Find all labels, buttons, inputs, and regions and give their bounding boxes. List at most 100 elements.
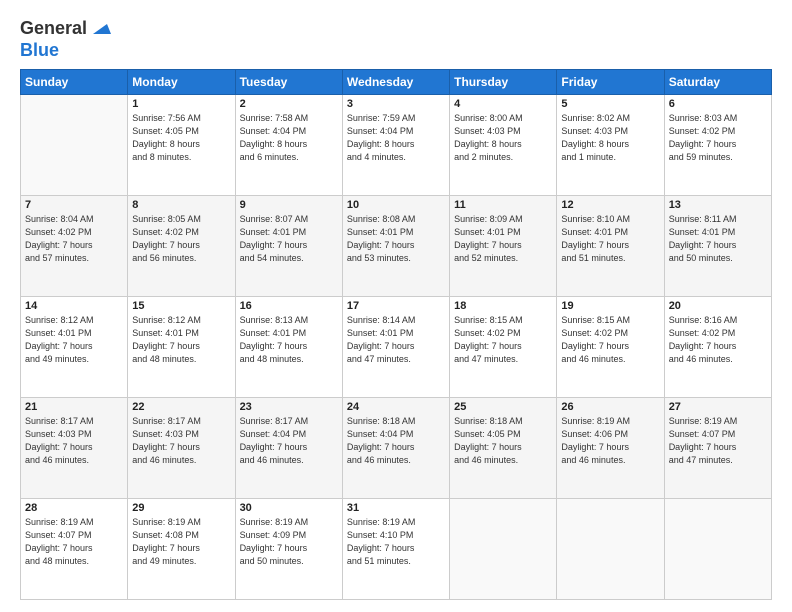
day-info: Sunrise: 8:09 AM Sunset: 4:01 PM Dayligh… bbox=[454, 213, 552, 265]
calendar-week-row: 21 Sunrise: 8:17 AM Sunset: 4:03 PM Dayli… bbox=[21, 398, 772, 499]
calendar-cell: 13 Sunrise: 8:11 AM Sunset: 4:01 PM Dayli… bbox=[664, 196, 771, 297]
calendar-cell: 4 Sunrise: 8:00 AM Sunset: 4:03 PM Daylig… bbox=[450, 95, 557, 196]
calendar-cell: 17 Sunrise: 8:14 AM Sunset: 4:01 PM Dayli… bbox=[342, 297, 449, 398]
day-info: Sunrise: 7:58 AM Sunset: 4:04 PM Dayligh… bbox=[240, 112, 338, 164]
day-number: 26 bbox=[561, 401, 659, 413]
logo-blue: Blue bbox=[20, 40, 59, 60]
calendar-cell: 1 Sunrise: 7:56 AM Sunset: 4:05 PM Daylig… bbox=[128, 95, 235, 196]
day-info: Sunrise: 8:19 AM Sunset: 4:07 PM Dayligh… bbox=[25, 516, 123, 568]
day-info: Sunrise: 8:14 AM Sunset: 4:01 PM Dayligh… bbox=[347, 314, 445, 366]
day-info: Sunrise: 7:59 AM Sunset: 4:04 PM Dayligh… bbox=[347, 112, 445, 164]
day-number: 30 bbox=[240, 502, 338, 514]
day-number: 18 bbox=[454, 300, 552, 312]
day-info: Sunrise: 8:00 AM Sunset: 4:03 PM Dayligh… bbox=[454, 112, 552, 164]
day-number: 1 bbox=[132, 98, 230, 110]
calendar-cell: 10 Sunrise: 8:08 AM Sunset: 4:01 PM Dayli… bbox=[342, 196, 449, 297]
calendar-cell: 21 Sunrise: 8:17 AM Sunset: 4:03 PM Dayli… bbox=[21, 398, 128, 499]
day-info: Sunrise: 8:17 AM Sunset: 4:03 PM Dayligh… bbox=[132, 415, 230, 467]
calendar-header-monday: Monday bbox=[128, 70, 235, 95]
day-number: 17 bbox=[347, 300, 445, 312]
day-number: 15 bbox=[132, 300, 230, 312]
calendar-cell: 25 Sunrise: 8:18 AM Sunset: 4:05 PM Dayli… bbox=[450, 398, 557, 499]
calendar-cell: 16Sunrise: 8:13 AM Sunset: 4:01 PM Dayli… bbox=[235, 297, 342, 398]
day-info: Sunrise: 8:11 AM Sunset: 4:01 PM Dayligh… bbox=[669, 213, 767, 265]
calendar-cell: 3 Sunrise: 7:59 AM Sunset: 4:04 PM Daylig… bbox=[342, 95, 449, 196]
calendar-cell: 31Sunrise: 8:19 AM Sunset: 4:10 PM Dayli… bbox=[342, 499, 449, 600]
calendar-cell: 6 Sunrise: 8:03 AM Sunset: 4:02 PM Daylig… bbox=[664, 95, 771, 196]
day-number: 24 bbox=[347, 401, 445, 413]
calendar-cell bbox=[664, 499, 771, 600]
calendar-cell bbox=[450, 499, 557, 600]
day-info: Sunrise: 8:10 AM Sunset: 4:01 PM Dayligh… bbox=[561, 213, 659, 265]
day-number: 11 bbox=[454, 199, 552, 211]
calendar-week-row: 28 Sunrise: 8:19 AM Sunset: 4:07 PM Dayli… bbox=[21, 499, 772, 600]
calendar-header-tuesday: Tuesday bbox=[235, 70, 342, 95]
day-number: 6 bbox=[669, 98, 767, 110]
calendar-cell: 26 Sunrise: 8:19 AM Sunset: 4:06 PM Dayli… bbox=[557, 398, 664, 499]
calendar-cell: 5 Sunrise: 8:02 AM Sunset: 4:03 PM Daylig… bbox=[557, 95, 664, 196]
day-number: 19 bbox=[561, 300, 659, 312]
day-info: Sunrise: 8:17 AM Sunset: 4:03 PM Dayligh… bbox=[25, 415, 123, 467]
page: General Blue SundayMondayTuesdayWednesda… bbox=[0, 0, 792, 612]
day-number: 10 bbox=[347, 199, 445, 211]
calendar-cell: 2 Sunrise: 7:58 AM Sunset: 4:04 PM Daylig… bbox=[235, 95, 342, 196]
day-number: 29 bbox=[132, 502, 230, 514]
calendar-cell bbox=[557, 499, 664, 600]
day-info: Sunrise: 8:05 AM Sunset: 4:02 PM Dayligh… bbox=[132, 213, 230, 265]
calendar-week-row: 7 Sunrise: 8:04 AM Sunset: 4:02 PM Daylig… bbox=[21, 196, 772, 297]
logo: General Blue bbox=[20, 16, 111, 61]
day-info: Sunrise: 8:17 AM Sunset: 4:04 PM Dayligh… bbox=[240, 415, 338, 467]
day-info: Sunrise: 8:16 AM Sunset: 4:02 PM Dayligh… bbox=[669, 314, 767, 366]
day-info: Sunrise: 8:19 AM Sunset: 4:08 PM Dayligh… bbox=[132, 516, 230, 568]
day-info: Sunrise: 7:56 AM Sunset: 4:05 PM Dayligh… bbox=[132, 112, 230, 164]
header: General Blue bbox=[20, 16, 772, 61]
calendar-cell: 23 Sunrise: 8:17 AM Sunset: 4:04 PM Dayli… bbox=[235, 398, 342, 499]
calendar-cell: 7 Sunrise: 8:04 AM Sunset: 4:02 PM Daylig… bbox=[21, 196, 128, 297]
day-number: 27 bbox=[669, 401, 767, 413]
day-number: 4 bbox=[454, 98, 552, 110]
day-number: 3 bbox=[347, 98, 445, 110]
day-info: Sunrise: 8:15 AM Sunset: 4:02 PM Dayligh… bbox=[454, 314, 552, 366]
calendar-week-row: 1 Sunrise: 7:56 AM Sunset: 4:05 PM Daylig… bbox=[21, 95, 772, 196]
calendar-header-friday: Friday bbox=[557, 70, 664, 95]
day-number: 5 bbox=[561, 98, 659, 110]
calendar-cell: 9 Sunrise: 8:07 AM Sunset: 4:01 PM Daylig… bbox=[235, 196, 342, 297]
day-info: Sunrise: 8:12 AM Sunset: 4:01 PM Dayligh… bbox=[132, 314, 230, 366]
calendar-header-wednesday: Wednesday bbox=[342, 70, 449, 95]
calendar-cell: 28 Sunrise: 8:19 AM Sunset: 4:07 PM Dayli… bbox=[21, 499, 128, 600]
day-info: Sunrise: 8:13 AM Sunset: 4:01 PM Dayligh… bbox=[240, 314, 338, 366]
calendar-cell: 18 Sunrise: 8:15 AM Sunset: 4:02 PM Dayli… bbox=[450, 297, 557, 398]
day-number: 25 bbox=[454, 401, 552, 413]
logo-icon bbox=[89, 16, 111, 38]
day-number: 23 bbox=[240, 401, 338, 413]
logo-general: General bbox=[20, 18, 87, 39]
calendar-cell: 27 Sunrise: 8:19 AM Sunset: 4:07 PM Dayli… bbox=[664, 398, 771, 499]
calendar-cell: 30Sunrise: 8:19 AM Sunset: 4:09 PM Dayli… bbox=[235, 499, 342, 600]
calendar-header-thursday: Thursday bbox=[450, 70, 557, 95]
calendar-table: SundayMondayTuesdayWednesdayThursdayFrid… bbox=[20, 69, 772, 600]
calendar-cell: 12Sunrise: 8:10 AM Sunset: 4:01 PM Dayli… bbox=[557, 196, 664, 297]
day-number: 9 bbox=[240, 199, 338, 211]
day-number: 20 bbox=[669, 300, 767, 312]
day-info: Sunrise: 8:19 AM Sunset: 4:07 PM Dayligh… bbox=[669, 415, 767, 467]
calendar-header-saturday: Saturday bbox=[664, 70, 771, 95]
day-info: Sunrise: 8:19 AM Sunset: 4:06 PM Dayligh… bbox=[561, 415, 659, 467]
calendar-header-sunday: Sunday bbox=[21, 70, 128, 95]
calendar-cell bbox=[21, 95, 128, 196]
day-info: Sunrise: 8:18 AM Sunset: 4:05 PM Dayligh… bbox=[454, 415, 552, 467]
calendar-cell: 22 Sunrise: 8:17 AM Sunset: 4:03 PM Dayli… bbox=[128, 398, 235, 499]
calendar-cell: 8Sunrise: 8:05 AM Sunset: 4:02 PM Daylig… bbox=[128, 196, 235, 297]
day-info: Sunrise: 8:03 AM Sunset: 4:02 PM Dayligh… bbox=[669, 112, 767, 164]
day-number: 21 bbox=[25, 401, 123, 413]
day-info: Sunrise: 8:07 AM Sunset: 4:01 PM Dayligh… bbox=[240, 213, 338, 265]
day-number: 7 bbox=[25, 199, 123, 211]
day-info: Sunrise: 8:02 AM Sunset: 4:03 PM Dayligh… bbox=[561, 112, 659, 164]
calendar-cell: 24Sunrise: 8:18 AM Sunset: 4:04 PM Dayli… bbox=[342, 398, 449, 499]
day-number: 13 bbox=[669, 199, 767, 211]
day-info: Sunrise: 8:08 AM Sunset: 4:01 PM Dayligh… bbox=[347, 213, 445, 265]
day-number: 2 bbox=[240, 98, 338, 110]
calendar-cell: 11 Sunrise: 8:09 AM Sunset: 4:01 PM Dayli… bbox=[450, 196, 557, 297]
day-number: 22 bbox=[132, 401, 230, 413]
day-number: 28 bbox=[25, 502, 123, 514]
day-info: Sunrise: 8:04 AM Sunset: 4:02 PM Dayligh… bbox=[25, 213, 123, 265]
